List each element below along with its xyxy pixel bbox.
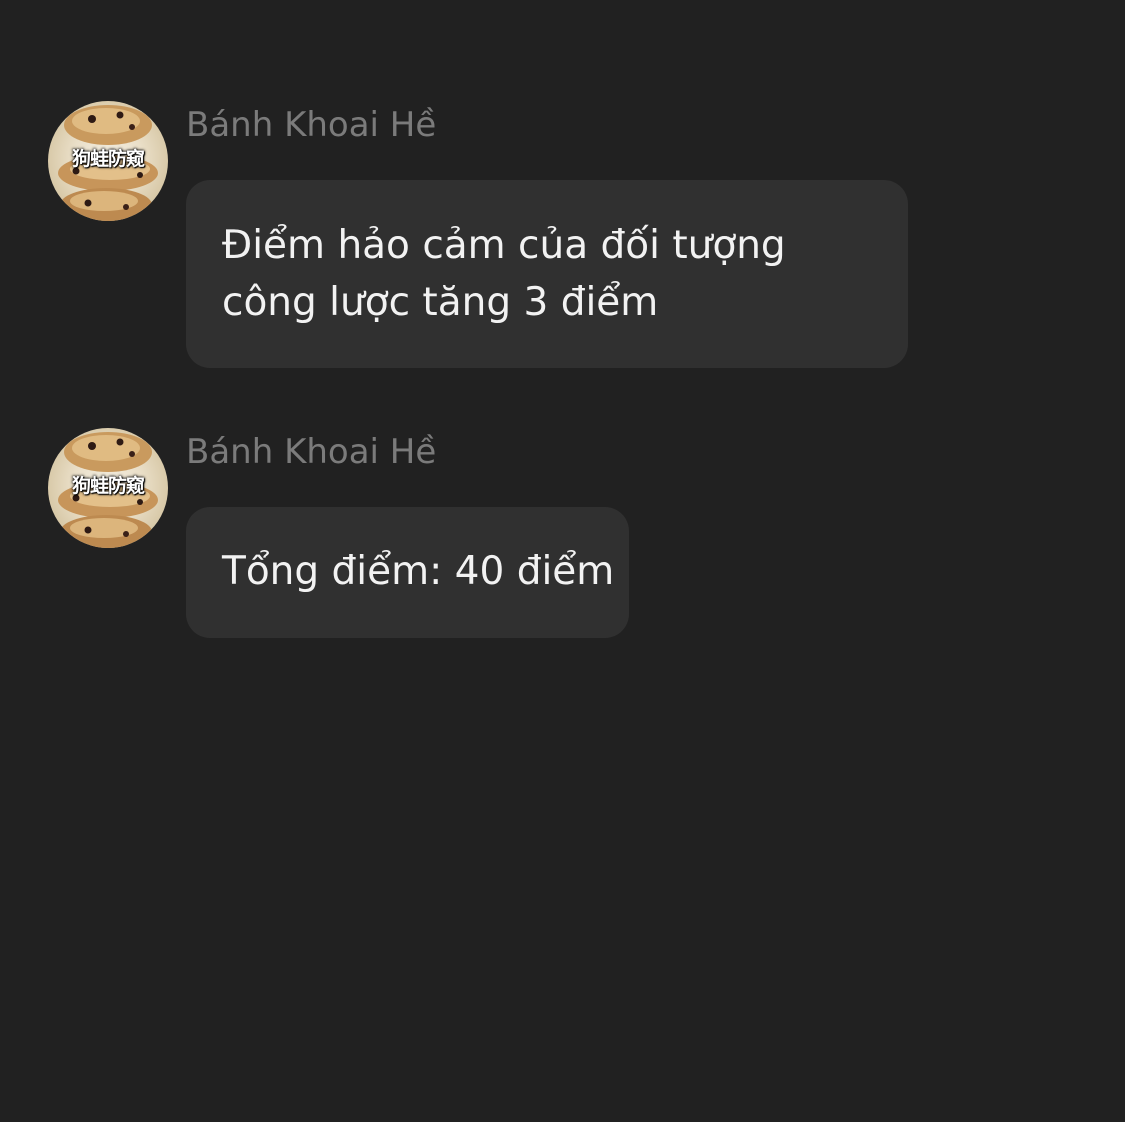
avatar-caption: 狗蛙防窥: [71, 475, 145, 497]
sender-name: Bánh Khoai Hề: [186, 432, 437, 472]
avatar[interactable]: 狗蛙防窥: [48, 101, 168, 221]
message-bubble: Điểm hảo cảm của đối tượng công lược tăn…: [186, 180, 908, 368]
message-bubble: Tổng điểm: 40 điểm: [186, 507, 629, 638]
sender-name: Bánh Khoai Hề: [186, 105, 437, 145]
avatar-caption: 狗蛙防窥: [71, 148, 145, 170]
chat-thread: 狗蛙防窥 Bánh Khoai Hề Điểm hảo cảm của đối …: [0, 0, 1125, 1122]
avatar[interactable]: 狗蛙防窥: [48, 428, 168, 548]
